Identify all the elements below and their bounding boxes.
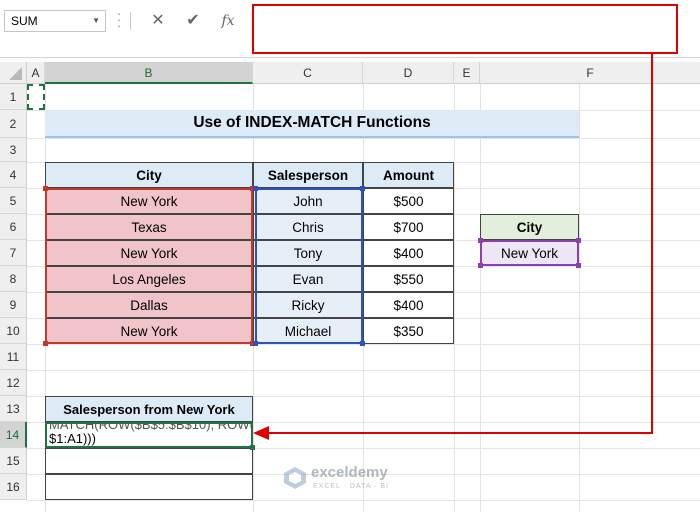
select-all-corner[interactable] — [0, 62, 27, 84]
watermark-logo: exceldemy EXCEL · DATA · BI — [283, 462, 433, 498]
select-all-icon — [9, 67, 22, 80]
formula-line-1: =INDEX($C$5:$C$10,SMALL(IF(ISNUMBER(MATC… — [262, 49, 678, 54]
close-icon: ✕ — [151, 12, 165, 29]
formula-segment: =INDEX( — [262, 52, 314, 54]
enter-button[interactable]: ✔ — [180, 8, 206, 34]
insert-function-button[interactable]: fx — [215, 8, 241, 34]
column-header-f[interactable]: F — [480, 62, 700, 84]
watermark-tagline: EXCEL · DATA · BI — [313, 483, 389, 490]
formula-segment: , — [653, 52, 657, 54]
table-header-salesperson[interactable]: Salesperson — [253, 162, 363, 188]
table-header-amount[interactable]: Amount — [363, 162, 454, 188]
row-header-7[interactable]: 7 — [0, 240, 27, 266]
separator — [130, 12, 131, 30]
arrow-head-icon — [253, 426, 269, 440]
criteria-value-cell[interactable]: New York — [480, 240, 579, 266]
row-header-15[interactable]: 15 — [0, 448, 27, 474]
drag-handle-icon[interactable]: · · · — [116, 7, 122, 32]
row-header-6[interactable]: 6 — [0, 214, 27, 240]
table-header-city[interactable]: City — [45, 162, 253, 188]
table-cell-amount[interactable]: $400 — [363, 292, 454, 318]
row-header-4[interactable]: 4 — [0, 162, 27, 188]
exceldemy-logo-icon — [284, 467, 306, 489]
formula-segment: $F$7 — [656, 52, 678, 54]
row-header-12[interactable]: 12 — [0, 370, 27, 396]
chevron-down-icon[interactable]: ▼ — [92, 11, 100, 31]
name-box-value: SUM — [11, 14, 38, 28]
fill-handle[interactable] — [250, 445, 255, 450]
row-header-13[interactable]: 13 — [0, 396, 27, 422]
table-cell-amount[interactable]: $550 — [363, 266, 454, 292]
column-header-c[interactable]: C — [253, 62, 363, 84]
table-cell-amount[interactable]: $700 — [363, 214, 454, 240]
table-cell-amount[interactable]: $400 — [363, 240, 454, 266]
criteria-header[interactable]: City — [480, 214, 579, 240]
column-header-a[interactable]: A — [27, 62, 45, 84]
formula-bar: SUM ▼ ··· ✕ ✔ fx =INDEX($C$5:$C$10,SMALL… — [0, 0, 700, 58]
formula-input[interactable]: =INDEX($C$5:$C$10,SMALL(IF(ISNUMBER(MATC… — [252, 4, 678, 54]
watermark-brand: exceldemy — [311, 464, 388, 481]
row-header-1[interactable]: 1 — [0, 84, 27, 110]
result-cell-b16[interactable] — [45, 474, 253, 500]
active-cell-b14[interactable]: MATCH(ROW($B$5:$B$10), ROW($ $1:A1))) — [45, 422, 253, 448]
formula-segment: ,SMALL(IF(ISNUMBER(MATCH( — [388, 52, 580, 54]
column-header-b[interactable]: B — [45, 62, 253, 84]
row-header-10[interactable]: 10 — [0, 318, 27, 344]
row-header-8[interactable]: 8 — [0, 266, 27, 292]
fx-icon: fx — [221, 13, 235, 29]
table-cell-amount[interactable]: $350 — [363, 318, 454, 344]
range-highlight-c5-c10 — [255, 188, 363, 344]
sheet-title: Use of INDEX-MATCH Functions — [45, 110, 579, 138]
result-header[interactable]: Salesperson from New York — [45, 396, 253, 422]
formula-segment: $B$5:$B$10 — [580, 52, 653, 54]
range-highlight-b5-b10 — [45, 188, 253, 344]
row-header-16[interactable]: 16 — [0, 474, 27, 500]
row-header-14[interactable]: 14 — [0, 422, 27, 448]
row-header-2[interactable]: 2 — [0, 110, 27, 138]
row-header-9[interactable]: 9 — [0, 292, 27, 318]
row-header-11[interactable]: 11 — [0, 344, 27, 370]
column-header-e[interactable]: E — [454, 62, 480, 84]
formula-segment: $C$5:$C$10 — [314, 52, 388, 54]
editing-text-line-2: $1:A1))) — [49, 431, 96, 446]
row-header-5[interactable]: 5 — [0, 188, 27, 214]
table-cell-amount[interactable]: $500 — [363, 188, 454, 214]
column-header-d[interactable]: D — [363, 62, 454, 84]
name-box[interactable]: SUM ▼ — [4, 10, 106, 32]
row-header-3[interactable]: 3 — [0, 138, 27, 162]
result-cell-b15[interactable] — [45, 448, 253, 474]
copy-marquee-a1[interactable] — [27, 84, 45, 110]
cancel-button[interactable]: ✕ — [145, 8, 171, 34]
check-icon: ✔ — [186, 12, 200, 29]
